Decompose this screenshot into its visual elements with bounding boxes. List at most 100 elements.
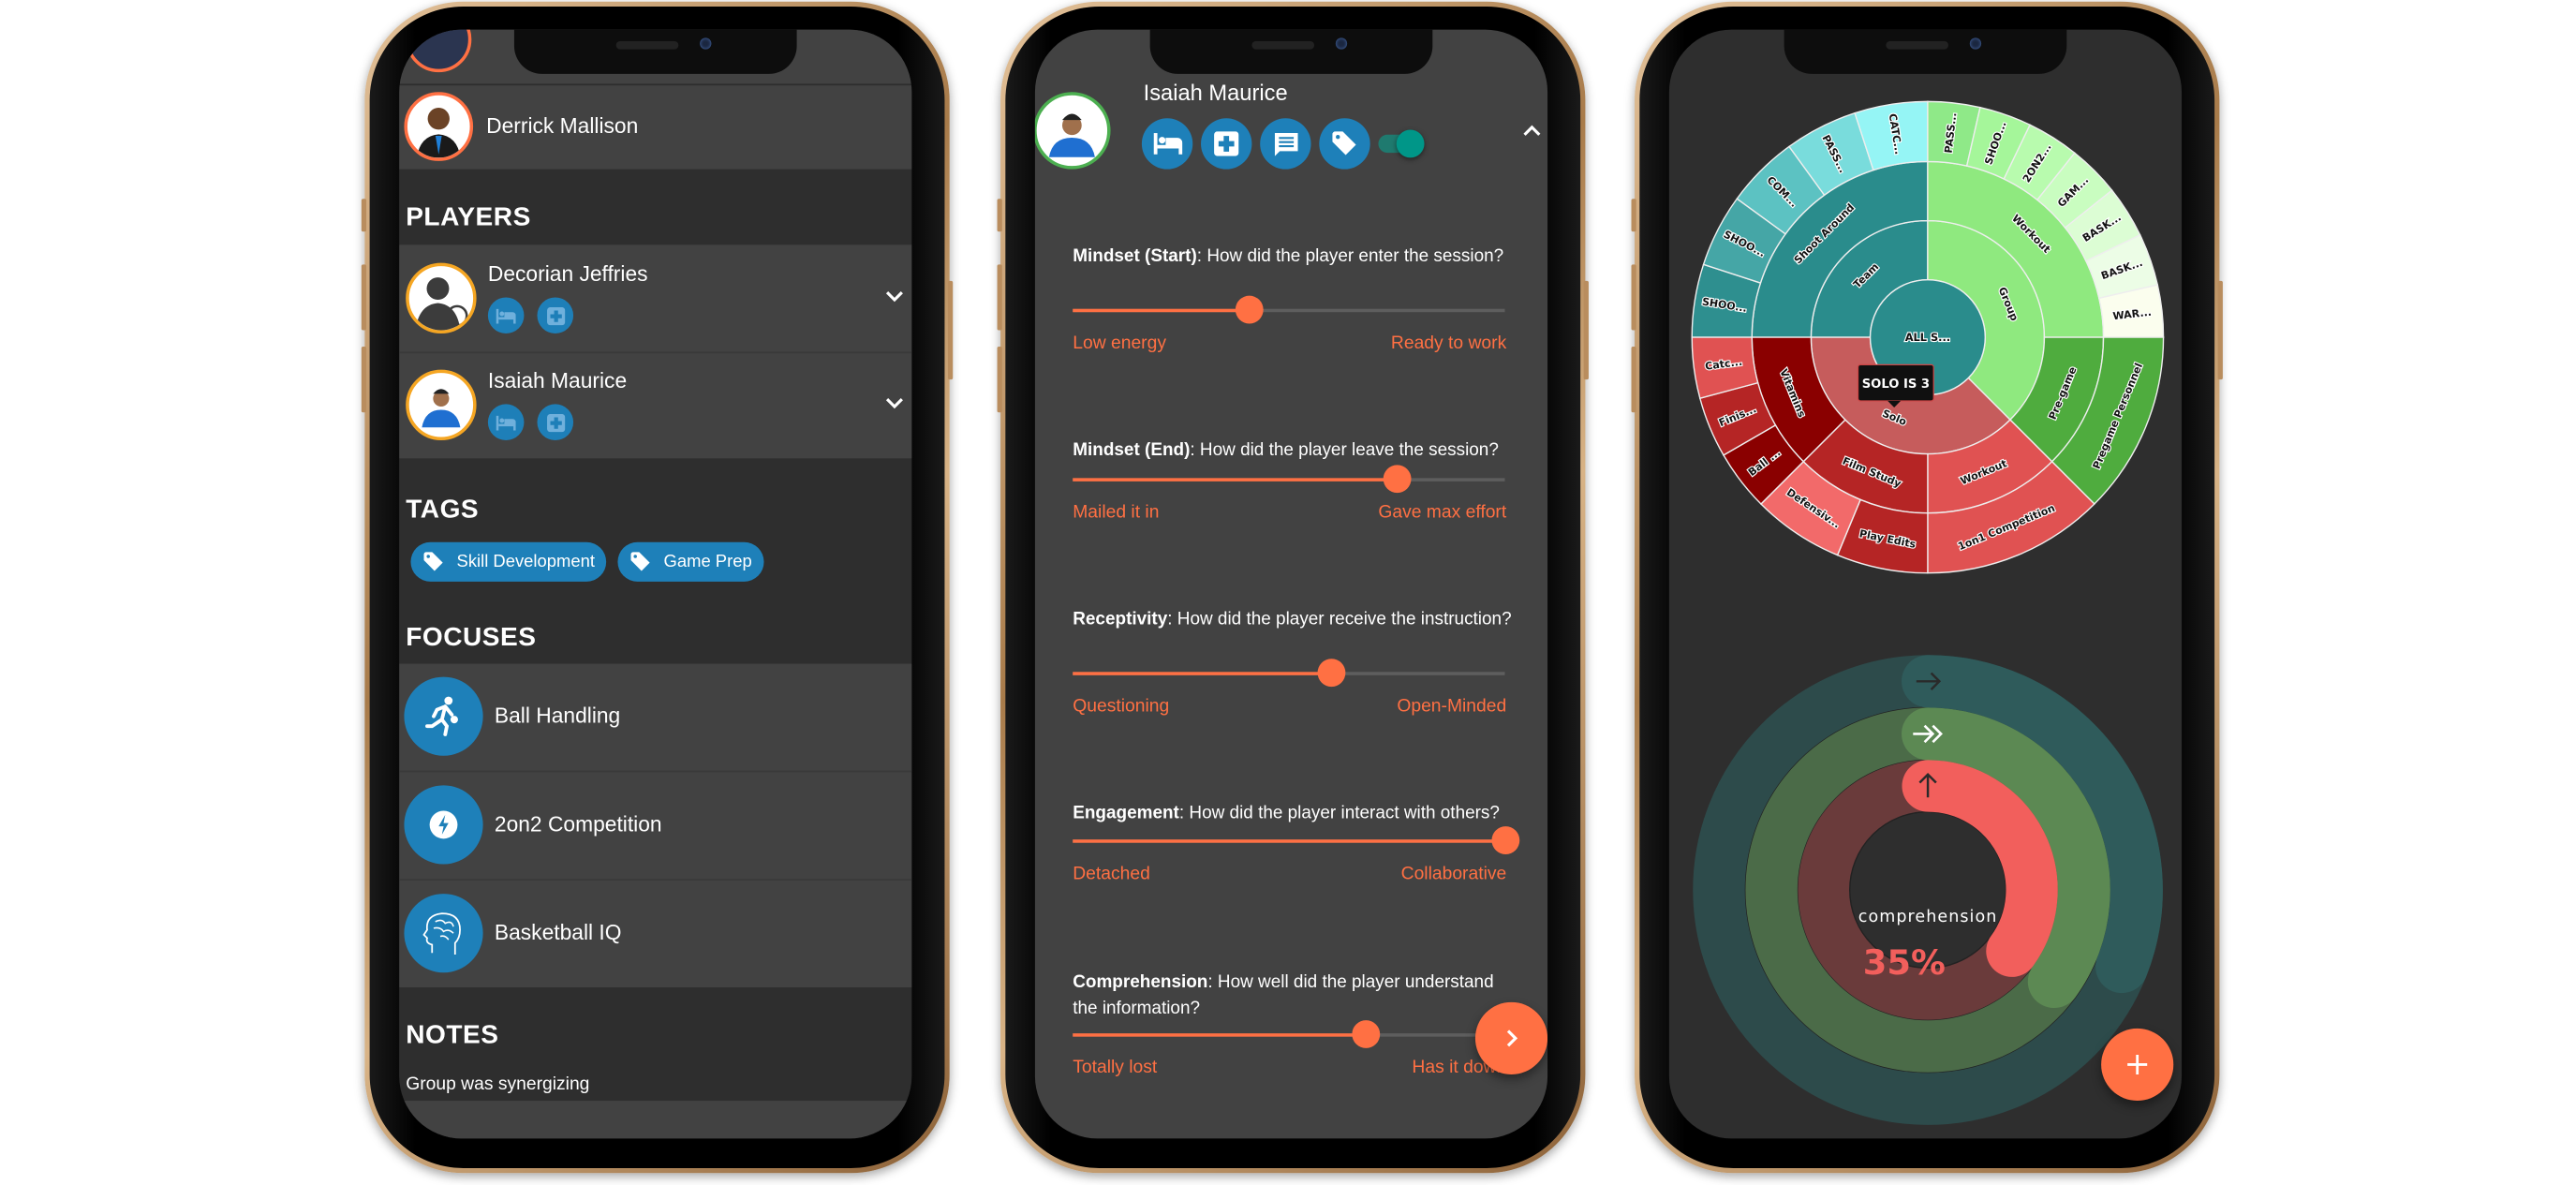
tag-label: Game Prep xyxy=(663,552,752,572)
chevron-down-icon[interactable] xyxy=(885,391,903,414)
staff-name: Derrick Mallison xyxy=(486,113,639,139)
notes-footer xyxy=(399,1101,912,1139)
speaker xyxy=(615,40,679,50)
screen: Team Shoot Around SHOO... SHOO... COM... PASS… xyxy=(1668,29,2183,1139)
slider-title: Engagement xyxy=(1073,803,1179,823)
avatar xyxy=(406,369,477,441)
slider-min-label: Mailed it in xyxy=(1073,502,1160,523)
slider-thumb[interactable] xyxy=(1490,826,1519,854)
avatar xyxy=(406,29,472,73)
screen: Isaiah Maurice Mindset (Start) : How did … xyxy=(1034,29,1548,1139)
bed-icon xyxy=(1152,133,1182,155)
mute-switch xyxy=(361,199,367,232)
lightning-icon xyxy=(404,785,483,865)
slider-question: Engagement: How did the player interact … xyxy=(1073,800,1513,826)
bed-button[interactable] xyxy=(1141,118,1193,170)
chevron-down-icon[interactable] xyxy=(885,284,903,307)
volume-up-button xyxy=(997,264,1002,331)
notes-header: NOTES xyxy=(406,1021,499,1050)
slider-title: Mindset (End) xyxy=(1073,440,1191,461)
slider-max-label: Gave max effort xyxy=(1378,502,1507,523)
toggle-thumb xyxy=(1396,129,1425,158)
mute-switch xyxy=(1631,199,1636,232)
slider-question: Mindset (End): How did the player leave … xyxy=(1073,437,1513,464)
slider-title: Comprehension xyxy=(1073,972,1208,993)
slider-thumb[interactable] xyxy=(1383,465,1412,494)
brain-icon xyxy=(404,894,483,973)
slider-fill xyxy=(1073,478,1398,481)
slider-question-text: : How did the player receive the instruc… xyxy=(1167,609,1512,630)
sunburst-chart[interactable]: TeamShoot AroundSHOO...SHOO...COM...PASS… xyxy=(1691,100,2165,574)
chevron-right-icon xyxy=(1506,1029,1518,1047)
slider[interactable] xyxy=(1073,659,1505,688)
player-name: Isaiah Maurice xyxy=(487,367,628,393)
slider-min-label: Totally lost xyxy=(1073,1058,1158,1078)
medical-icon xyxy=(1214,131,1239,156)
volume-down-button xyxy=(1631,347,1636,413)
focus-row[interactable]: Basketball IQ xyxy=(399,881,912,988)
slider-max-label: Ready to work xyxy=(1390,333,1507,354)
slider-fill xyxy=(1073,308,1251,313)
next-button[interactable] xyxy=(1474,1001,1548,1074)
tags-header: TAGS xyxy=(406,496,480,525)
player-row[interactable]: Decorian Jeffries xyxy=(399,244,912,354)
progress-center-label: comprehension xyxy=(1858,908,1998,926)
focus-row[interactable]: Ball Handling xyxy=(399,663,912,773)
slider-min-label: Detached xyxy=(1073,864,1150,884)
slider-title: Mindset (Start) xyxy=(1073,246,1197,267)
power-button xyxy=(947,280,954,380)
chevron-up-icon[interactable] xyxy=(1523,118,1541,141)
player-avatar xyxy=(1034,92,1111,170)
slider-fill xyxy=(1073,1033,1367,1037)
sunburst-root-label: ALL S... xyxy=(1905,331,1950,344)
medical-icon[interactable] xyxy=(537,404,574,441)
bed-icon[interactable] xyxy=(487,297,525,334)
slider-question-text: : How did the player interact with other… xyxy=(1178,803,1500,823)
slider-question: Comprehension: How well did the player u… xyxy=(1073,970,1513,1022)
sunburst-tooltip: SOLO IS 3 xyxy=(1857,363,1934,407)
charts-canvas: TeamShoot AroundSHOO...SHOO...COM...PASS… xyxy=(1691,100,2165,1125)
slider-max-label: Collaborative xyxy=(1400,864,1507,884)
player-name: Isaiah Maurice xyxy=(1143,80,1288,106)
radial-progress-chart xyxy=(1693,655,2163,1125)
medical-icon[interactable] xyxy=(537,297,574,334)
add-button[interactable] xyxy=(2101,1028,2174,1102)
players-header: PLAYERS xyxy=(406,203,531,232)
tag-chip[interactable]: Game Prep xyxy=(617,541,764,582)
phone-charts: Team Shoot Around SHOO... SHOO... COM... PASS… xyxy=(1631,1,2223,1174)
player-row[interactable]: Isaiah Maurice xyxy=(399,353,912,459)
message-button[interactable] xyxy=(1260,118,1311,170)
slider[interactable] xyxy=(1073,295,1505,324)
camera xyxy=(700,37,712,50)
focus-label: Basketball IQ xyxy=(494,920,622,945)
slider-thumb[interactable] xyxy=(1236,295,1265,324)
slider-fill xyxy=(1073,672,1332,675)
note-text: Group was synergizing xyxy=(406,1074,590,1095)
player-name: Decorian Jeffries xyxy=(487,260,648,287)
staff-row[interactable]: Derrick Mallison xyxy=(399,85,912,170)
tag-icon xyxy=(630,552,650,571)
slider[interactable] xyxy=(1073,1020,1505,1048)
slider-thumb[interactable] xyxy=(1318,659,1346,688)
speaker xyxy=(1886,40,1949,50)
slider-thumb[interactable] xyxy=(1352,1020,1381,1048)
notch xyxy=(513,29,797,74)
tag-label: Skill Development xyxy=(456,552,595,572)
power-button xyxy=(2217,280,2223,380)
medical-button[interactable] xyxy=(1201,118,1252,170)
focus-row[interactable]: 2on2 Competition xyxy=(399,772,912,881)
notch xyxy=(1784,29,2067,74)
bed-icon[interactable] xyxy=(487,404,525,441)
tag-icon xyxy=(423,552,443,571)
slider[interactable] xyxy=(1073,826,1519,854)
slider[interactable] xyxy=(1073,465,1505,494)
toggle-switch[interactable] xyxy=(1378,129,1425,158)
slider-max-label: Open-Minded xyxy=(1397,696,1507,717)
tag-button[interactable] xyxy=(1319,118,1370,170)
volume-up-button xyxy=(361,264,367,331)
volume-down-button xyxy=(361,347,367,413)
tag-chip[interactable]: Skill Development xyxy=(410,541,607,582)
slider-question-text: : How did the player leave the session? xyxy=(1190,440,1499,461)
volume-down-button xyxy=(997,347,1002,413)
progress-center-value: 35% xyxy=(1863,942,1946,983)
